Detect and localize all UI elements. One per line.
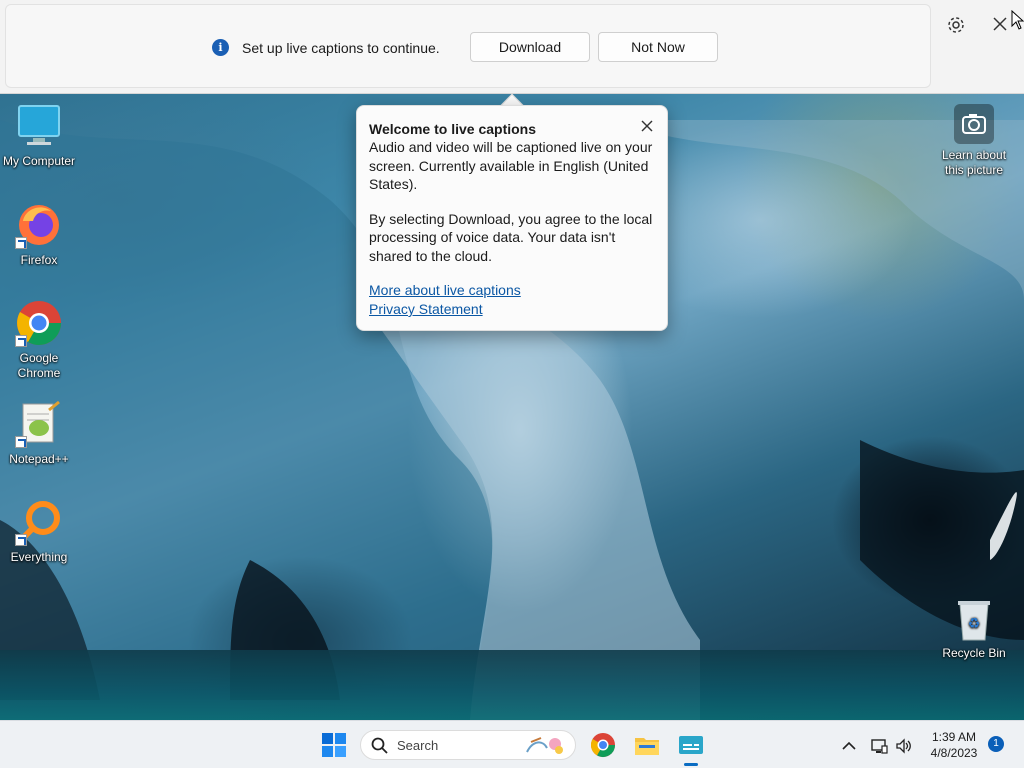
desktop-icon-notepadpp[interactable]: Notepad++: [0, 400, 78, 467]
download-button[interactable]: Download: [470, 32, 590, 62]
info-icon: i: [212, 39, 229, 56]
file-explorer-icon[interactable]: [633, 731, 661, 759]
mouse-cursor-icon: [1011, 9, 1024, 30]
notification-badge[interactable]: 1: [988, 736, 1004, 752]
camera-icon: [954, 104, 994, 144]
desktop-icon-chrome[interactable]: Google Chrome: [0, 299, 78, 381]
desktop-icon-label: Learn about this picture: [941, 148, 1007, 177]
everything-search-icon: [15, 498, 63, 546]
clock-date: 4/8/2023: [930, 746, 978, 760]
chevron-up-icon[interactable]: [840, 737, 858, 755]
shortcut-arrow-icon: [15, 335, 27, 347]
search-icon: [371, 737, 389, 755]
clock-time: 1:39 AM: [931, 730, 977, 744]
svg-text:♻: ♻: [968, 616, 981, 632]
shortcut-arrow-icon: [15, 534, 27, 546]
popup-body-1: Audio and video will be captioned live o…: [369, 139, 653, 192]
close-icon[interactable]: [990, 14, 1010, 34]
welcome-popup: Welcome to live captions Audio and video…: [356, 105, 668, 331]
desktop-icon-label: Notepad++: [9, 452, 69, 466]
shortcut-arrow-icon: [15, 436, 27, 448]
desktop-icon-label: Google Chrome: [17, 351, 61, 380]
desktop-icon-learn-about-picture[interactable]: Learn about this picture: [935, 104, 1013, 178]
not-now-button[interactable]: Not Now: [598, 32, 718, 62]
notepadpp-icon: [15, 400, 63, 448]
recycle-bin-icon: ♻: [954, 598, 994, 642]
taskbar: Search 1:39 AM 4/8/2023 1: [0, 720, 1024, 768]
desktop-icon-my-computer[interactable]: My Computer: [0, 102, 78, 169]
active-app-indicator: [684, 763, 698, 766]
taskbar-chrome-icon[interactable]: [589, 731, 617, 759]
start-icon[interactable]: [322, 733, 346, 757]
taskbar-search-box[interactable]: Search: [360, 730, 576, 760]
live-captions-panel: [5, 4, 931, 88]
taskbar-clock[interactable]: 1:39 AM 4/8/2023: [926, 729, 982, 761]
gear-icon[interactable]: [945, 14, 967, 36]
desktop-icon-label: Recycle Bin: [942, 646, 1006, 660]
popup-title: Welcome to live captions: [369, 121, 537, 137]
popup-close-icon[interactable]: [639, 118, 655, 134]
setup-message: Set up live captions to continue.: [242, 40, 440, 56]
water: [0, 650, 1024, 720]
desktop-icon-recycle-bin[interactable]: ♻ Recycle Bin: [935, 598, 1013, 661]
live-captions-bar: i Set up live captions to continue. Down…: [0, 0, 1024, 94]
search-placeholder: Search: [397, 738, 439, 753]
live-captions-icon[interactable]: [677, 731, 705, 759]
popup-links: More about live captions Privacy Stateme…: [369, 281, 655, 319]
desktop-icon-label: Firefox: [20, 253, 58, 267]
volume-icon[interactable]: [895, 737, 913, 755]
privacy-statement-link[interactable]: Privacy Statement: [369, 300, 655, 319]
more-about-live-captions-link[interactable]: More about live captions: [369, 281, 655, 300]
shortcut-arrow-icon: [15, 237, 27, 249]
popup-body-2: By selecting Download, you agree to the …: [369, 210, 653, 264]
network-icon[interactable]: [870, 737, 888, 755]
search-highlight-icon: [523, 734, 567, 758]
monitor-icon: [15, 102, 63, 150]
desktop-icon-label: Everything: [10, 550, 68, 564]
desktop-icon-label: My Computer: [2, 154, 76, 168]
desktop-icon-firefox[interactable]: Firefox: [0, 201, 78, 268]
firefox-icon: [15, 201, 63, 249]
desktop-icon-everything[interactable]: Everything: [0, 498, 78, 565]
chrome-icon: [15, 299, 63, 347]
